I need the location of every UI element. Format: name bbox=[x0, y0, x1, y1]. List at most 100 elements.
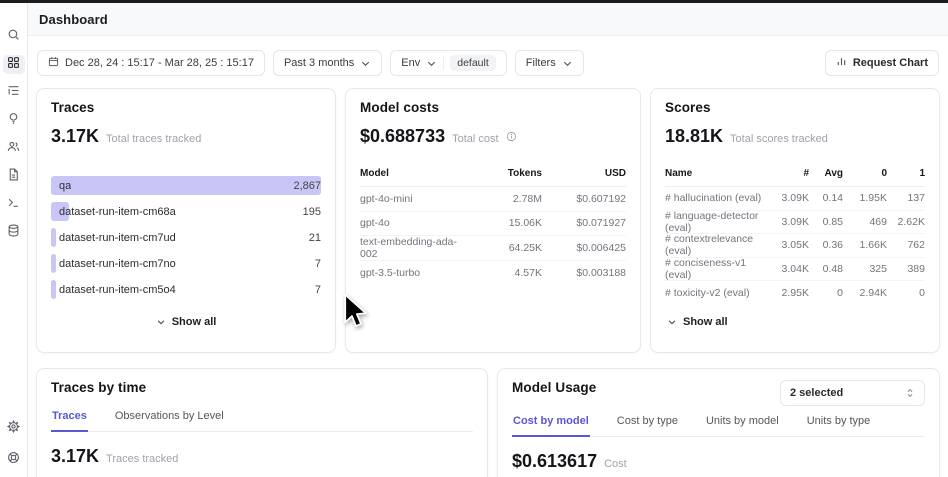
sidebar-item-dashboard[interactable] bbox=[3, 55, 25, 74]
sidebar-item-playground[interactable] bbox=[3, 195, 25, 214]
tab-cost-by-type[interactable]: Cost by type bbox=[616, 412, 679, 437]
traces-metric: 3.17K Total traces tracked bbox=[51, 126, 321, 147]
score-zero: 325 bbox=[843, 263, 887, 275]
sidebar-item-users[interactable] bbox=[3, 139, 25, 158]
trace-count: 2,867 bbox=[293, 180, 321, 192]
table-row: # language-detector (eval) 3.09K 0.85 46… bbox=[665, 211, 925, 235]
sidebar-item-datasets[interactable] bbox=[3, 223, 25, 242]
env-default-badge: default bbox=[450, 55, 496, 71]
users-icon bbox=[7, 140, 20, 158]
trace-count: 21 bbox=[309, 232, 321, 244]
app-window: Dashboard Dec 28, 24 : 15:17 - Mar 28, 2… bbox=[0, 0, 948, 477]
scores-card: Scores 18.81K Total scores tracked Name … bbox=[650, 88, 940, 353]
score-count: 2.95K bbox=[773, 287, 809, 299]
trace-label: qa bbox=[51, 180, 71, 192]
traces-by-time-title: Traces by time bbox=[51, 380, 473, 395]
model-name: gpt-4o bbox=[360, 217, 470, 229]
lightbulb-icon bbox=[7, 112, 20, 130]
sidebar-item-search[interactable] bbox=[3, 27, 25, 46]
chevron-down-icon bbox=[360, 58, 371, 69]
trace-list-item[interactable]: dataset-run-item-cm68a 195 bbox=[51, 202, 321, 221]
model-usd: $0.003188 bbox=[542, 267, 626, 279]
score-avg: 0 bbox=[809, 287, 843, 299]
database-icon bbox=[7, 224, 20, 242]
trace-list-item[interactable]: qa 2,867 bbox=[51, 176, 321, 195]
trace-count: 195 bbox=[303, 206, 321, 218]
score-avg: 0.36 bbox=[809, 239, 843, 251]
score-zero: 1.95K bbox=[843, 192, 887, 204]
model-usage-select[interactable]: 2 selected bbox=[780, 380, 925, 406]
date-range-picker[interactable]: Dec 28, 24 : 15:17 - Mar 28, 25 : 15:17 bbox=[37, 50, 265, 76]
scores-metric: 18.81K Total scores tracked bbox=[665, 126, 925, 147]
model-costs-metric-value: $0.688733 bbox=[360, 126, 445, 147]
traces-by-time-metric: 3.17K Traces tracked bbox=[51, 446, 473, 467]
model-tokens: 2.78M bbox=[470, 193, 542, 205]
sidebar-item-support[interactable] bbox=[3, 450, 25, 469]
trace-bar bbox=[51, 176, 321, 195]
sidebar bbox=[0, 3, 28, 477]
score-name: # toxicity-v2 (eval) bbox=[665, 287, 773, 299]
sidebar-item-evals[interactable] bbox=[3, 111, 25, 130]
traces-by-time-metric-value: 3.17K bbox=[51, 446, 99, 467]
traces-by-time-card: Traces by time Traces Observations by Le… bbox=[36, 368, 488, 477]
tab-units-by-model[interactable]: Units by model bbox=[705, 412, 780, 437]
score-name: # hallucination (eval) bbox=[665, 192, 773, 204]
trace-count: 7 bbox=[315, 284, 321, 296]
scores-show-all-button[interactable]: Show all bbox=[665, 316, 925, 328]
trace-list-item[interactable]: dataset-run-item-cm7no 7 bbox=[51, 254, 321, 273]
score-name: # conciseness-v1 (eval) bbox=[665, 257, 773, 281]
filters-dropdown[interactable]: Filters bbox=[515, 50, 584, 76]
col-count: # bbox=[773, 168, 809, 179]
tab-traces[interactable]: Traces bbox=[51, 407, 88, 432]
tab-units-by-type[interactable]: Units by type bbox=[806, 412, 872, 437]
model-usage-metric: $0.613617 Cost bbox=[512, 451, 925, 472]
table-row: # toxicity-v2 (eval) 2.95K 0 2.94K 0 bbox=[665, 281, 925, 305]
model-name: gpt-4o-mini bbox=[360, 193, 470, 205]
traces-by-time-metric-caption: Traces tracked bbox=[106, 453, 178, 465]
col-tokens: Tokens bbox=[470, 168, 542, 179]
divider bbox=[443, 56, 444, 70]
document-icon bbox=[7, 168, 20, 186]
chevron-down-icon bbox=[562, 58, 573, 69]
filter-toolbar: Dec 28, 24 : 15:17 - Mar 28, 25 : 15:17 … bbox=[28, 50, 948, 76]
info-icon[interactable] bbox=[506, 131, 517, 142]
request-chart-label: Request Chart bbox=[853, 57, 928, 69]
score-one: 762 bbox=[887, 239, 925, 251]
date-preset-value: Past 3 months bbox=[284, 57, 354, 69]
tab-cost-by-model[interactable]: Cost by model bbox=[512, 412, 590, 437]
scores-metric-value: 18.81K bbox=[665, 126, 723, 147]
request-chart-button[interactable]: Request Chart bbox=[825, 50, 939, 76]
model-usage-header: Model Usage 2 selected bbox=[512, 380, 925, 406]
life-buoy-icon bbox=[7, 451, 20, 469]
terminal-icon bbox=[7, 196, 20, 214]
filters-label: Filters bbox=[526, 57, 556, 69]
score-one: 389 bbox=[887, 263, 925, 275]
trace-list-item[interactable]: dataset-run-item-cm7ud 21 bbox=[51, 228, 321, 247]
traces-bar-list: qa 2,867 dataset-run-item-cm68a 195 data… bbox=[51, 176, 321, 299]
trace-label: dataset-run-item-cm68a bbox=[51, 206, 176, 218]
col-avg: Avg bbox=[809, 168, 843, 179]
col-model: Model bbox=[360, 168, 470, 179]
model-name: gpt-3.5-turbo bbox=[360, 267, 470, 279]
sidebar-item-prompts[interactable] bbox=[3, 167, 25, 186]
page-title: Dashboard bbox=[39, 12, 108, 27]
model-usage-select-value: 2 selected bbox=[790, 387, 843, 399]
list-tree-icon bbox=[7, 84, 20, 102]
traces-card: Traces 3.17K Total traces tracked qa 2,8… bbox=[36, 88, 336, 353]
model-costs-title: Model costs bbox=[360, 100, 626, 115]
table-row: gpt-4o 15.06K $0.071927 bbox=[360, 212, 626, 237]
table-row: # contextrelevance (eval) 3.05K 0.36 1.6… bbox=[665, 234, 925, 258]
sidebar-item-tracing[interactable] bbox=[3, 83, 25, 102]
trace-list-item[interactable]: dataset-run-item-cm5o4 7 bbox=[51, 280, 321, 299]
sidebar-item-settings[interactable] bbox=[3, 419, 25, 438]
dashboard-grid-icon bbox=[7, 56, 20, 74]
env-dropdown[interactable]: Env default bbox=[390, 50, 507, 76]
tab-observations-by-level[interactable]: Observations by Level bbox=[114, 407, 225, 432]
score-count: 3.04K bbox=[773, 263, 809, 275]
trace-label: dataset-run-item-cm7no bbox=[51, 258, 176, 270]
score-count: 3.09K bbox=[773, 216, 809, 228]
cards-row-bottom: Traces by time Traces Observations by Le… bbox=[28, 368, 948, 477]
traces-show-all-button[interactable]: Show all bbox=[51, 316, 321, 328]
date-preset-dropdown[interactable]: Past 3 months bbox=[273, 50, 382, 76]
model-usd: $0.006425 bbox=[542, 242, 626, 254]
